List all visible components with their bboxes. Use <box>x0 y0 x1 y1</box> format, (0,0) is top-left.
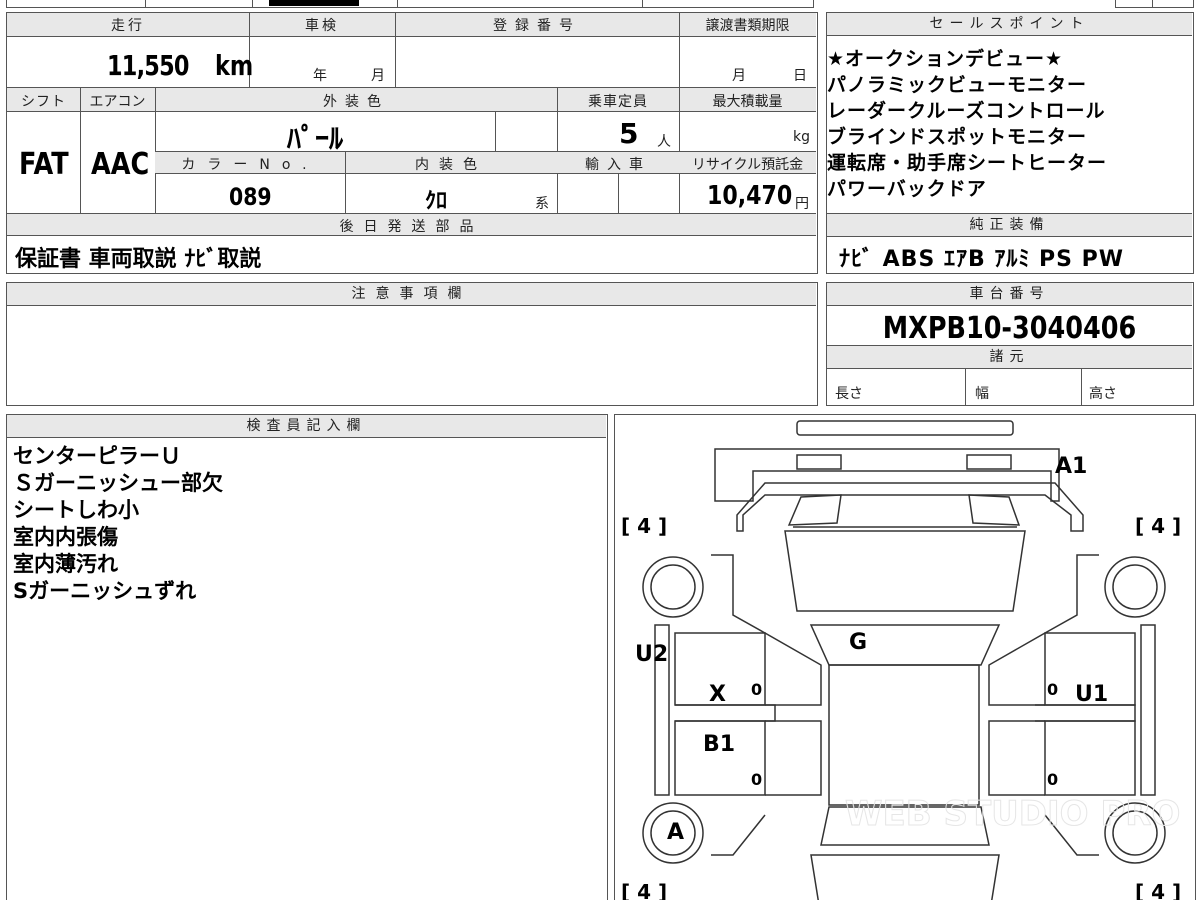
inspector-header: 検査員記入欄 <box>7 415 606 438</box>
sales-point-item: レーダークルーズコントロール <box>827 100 1106 122</box>
registration-header: 登録番号 <box>493 18 581 34</box>
inspector-box: 検査員記入欄 センターピラーＵ Ｓガーニッシュー部欠 シートしわ小 室内内張傷 … <box>6 414 608 900</box>
sales-point-item: パノラミックビューモニター <box>827 74 1088 96</box>
door-mark-zero: 0 <box>1047 770 1058 789</box>
chassis-number: MXPB10-3040406 <box>882 311 1137 346</box>
aircon-header: エアコン <box>89 94 146 110</box>
interior-color-header: 内装色 <box>415 157 487 173</box>
damage-mark-u2: U2 <box>635 642 668 667</box>
spec-width-label: 幅 <box>975 386 989 402</box>
tire-label-rl: [ 4 ] <box>621 880 667 900</box>
door-mark-zero: 0 <box>751 680 762 699</box>
sales-points-header: セールスポイント <box>827 13 1192 36</box>
interior-color-value: ｸﾛ <box>425 189 448 214</box>
chassis-box: 車台番号 MXPB10-3040406 諸元 長さ 幅 高さ <box>826 282 1194 406</box>
vehicle-info-table: 走行 車検 登録番号 譲渡書類期限 11,550 km 年 月 月 日 シフト … <box>6 12 818 274</box>
inspector-note: 室内内張傷 <box>13 525 118 549</box>
inspector-note: Ｓガーニッシュー部欠 <box>13 471 223 495</box>
color-no-header: カラーNo. <box>181 157 319 173</box>
chassis-header: 車台番号 <box>827 283 1192 306</box>
later-parts-value: 保証書 車両取説 ﾅﾋﾞ取説 <box>15 247 262 272</box>
shift-header: シフト <box>21 94 66 110</box>
door-mark-zero: 0 <box>1047 680 1058 699</box>
capacity-value: 5 <box>619 117 639 150</box>
inspector-note: センターピラーＵ <box>13 444 181 468</box>
recycle-unit: 円 <box>795 196 809 212</box>
sales-point-item: ★オークションデビュー★ <box>827 48 1064 70</box>
sales-point-item: ブラインドスポットモニター <box>827 126 1088 148</box>
capacity-header: 乗車定員 <box>588 94 648 110</box>
damage-mark-a: A <box>667 820 684 845</box>
deadline-month-label: 月 <box>732 68 746 84</box>
damage-diagram-box: [ 4 ] [ 4 ] [ 4 ] [ 4 ] A1 G U2 X U1 B1 … <box>614 414 1196 900</box>
damage-mark-u1: U1 <box>1075 682 1108 707</box>
top-partial-text <box>269 0 359 6</box>
damage-mark-b1: B1 <box>703 732 735 757</box>
sales-points-box: セールスポイント ★オークションデビュー★ パノラミックビューモニター レーダー… <box>826 12 1194 274</box>
inspector-note: 室内薄汚れ <box>13 552 118 576</box>
max-load-unit: kg <box>793 129 810 145</box>
specs-header: 諸元 <box>827 346 1192 369</box>
sales-point-item: 運転席・助手席シートヒーター <box>827 152 1108 174</box>
mileage-header: 走行 <box>111 18 145 34</box>
spec-height-label: 高さ <box>1089 386 1117 402</box>
interior-color-suffix: 系 <box>535 196 549 212</box>
spec-length-label: 長さ <box>835 386 863 402</box>
watermark: WEB STUDIO PRO <box>845 794 1180 834</box>
tire-label-fr: [ 4 ] <box>1135 514 1181 538</box>
sales-point-item: パワーバックドア <box>827 178 987 200</box>
recycle-header: リサイクル預託金 <box>691 157 804 173</box>
aircon-value: AAC <box>91 147 150 182</box>
damage-mark-a1: A1 <box>1055 454 1087 479</box>
transfer-deadline-header: 譲渡書類期限 <box>705 18 790 34</box>
inspector-note: シートしわ小 <box>13 498 139 522</box>
max-load-header: 最大積載量 <box>712 94 783 110</box>
mileage-unit: km <box>215 49 254 82</box>
car-diagram: [ 4 ] [ 4 ] [ 4 ] [ 4 ] A1 G U2 X U1 B1 … <box>621 420 1181 900</box>
caution-header: 注意事項欄 <box>7 283 816 306</box>
recycle-value: 10,470 <box>707 181 793 211</box>
door-mark-zero: 0 <box>751 770 762 789</box>
standard-equipment-value: ﾅﾋﾞ ABS ｴｱB ｱﾙﾐ PS PW <box>839 247 1125 272</box>
top-partial-row-right <box>1115 0 1194 8</box>
standard-equipment-header: 純正装備 <box>827 214 1192 237</box>
import-header: 輸入車 <box>585 157 651 173</box>
exterior-color-header: 外装色 <box>323 94 389 110</box>
color-no-value: 089 <box>229 183 272 211</box>
tire-label-fl: [ 4 ] <box>621 514 667 538</box>
top-partial-row <box>6 0 814 8</box>
capacity-unit: 人 <box>657 134 671 150</box>
caution-box: 注意事項欄 <box>6 282 818 406</box>
inspector-note: Sガーニッシュずれ <box>13 579 197 603</box>
damage-mark-g: G <box>849 630 867 655</box>
inspection-year-label: 年 <box>313 68 327 84</box>
inspection-month-label: 月 <box>371 68 385 84</box>
inspection-header: 車検 <box>305 18 339 34</box>
later-parts-header: 後日発送部品 <box>339 219 484 235</box>
tire-label-rr: [ 4 ] <box>1135 880 1181 900</box>
shift-value: FAT <box>19 147 69 182</box>
mileage-value: 11,550 <box>107 49 189 82</box>
damage-mark-x: X <box>709 682 726 707</box>
deadline-day-label: 日 <box>793 68 807 84</box>
